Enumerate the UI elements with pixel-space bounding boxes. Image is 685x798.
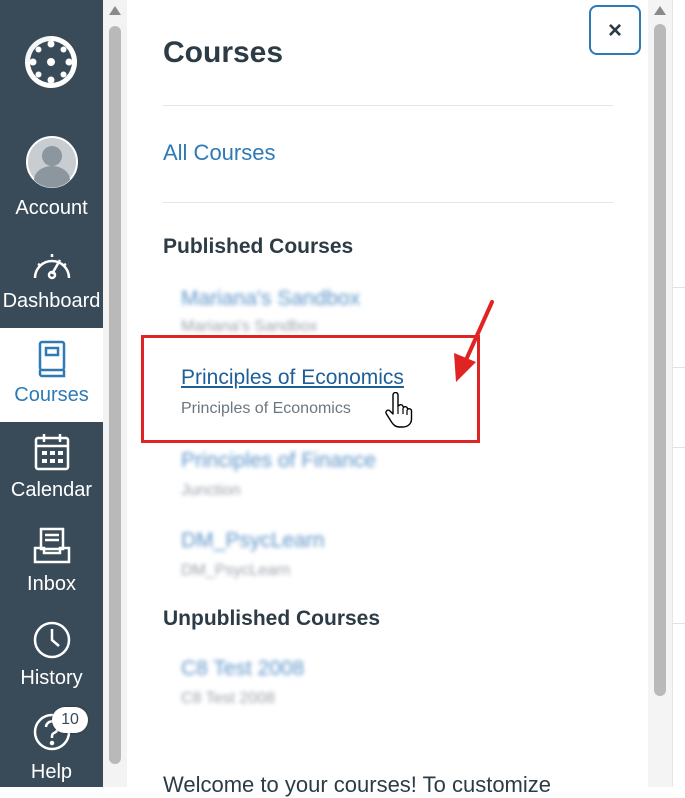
hand-pointer-cursor-icon bbox=[385, 392, 413, 428]
annotation-arrow-icon bbox=[454, 300, 494, 382]
